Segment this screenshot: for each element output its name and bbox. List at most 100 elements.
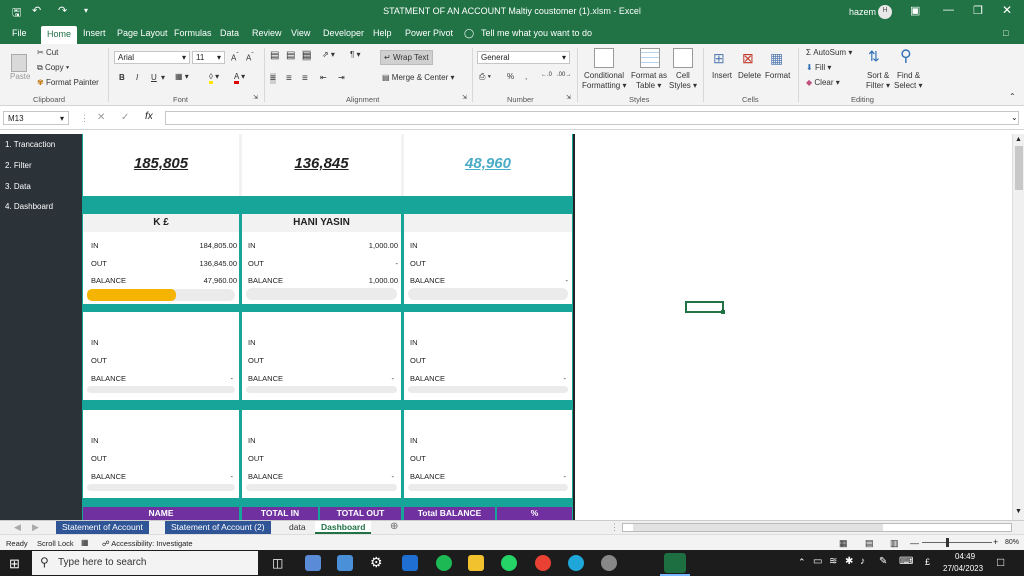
italic-button[interactable]: I: [136, 73, 138, 82]
volume-icon[interactable]: ♪: [860, 556, 865, 567]
worksheet[interactable]: 185,805 136,845 48,960 K £ IN 184,805.00…: [82, 134, 1012, 520]
nav-item-dashboard[interactable]: 4. Dashboard: [5, 202, 53, 211]
delete-button[interactable]: Delete: [738, 71, 761, 80]
clock-date[interactable]: 27/04/2023: [943, 564, 983, 573]
scroll-up-icon[interactable]: ▲: [1015, 136, 1022, 143]
next-sheet-icon[interactable]: ▶: [32, 522, 39, 533]
merge-center-button[interactable]: ▤ Merge & Center ▾: [382, 73, 455, 82]
zoom-out-icon[interactable]: —: [910, 538, 919, 548]
clipboard-icon[interactable]: [11, 54, 27, 72]
scroll-thumb[interactable]: [1015, 146, 1023, 190]
selected-cell[interactable]: [685, 301, 724, 313]
scroll-thumb[interactable]: [633, 524, 883, 531]
bluetooth-icon[interactable]: ✱: [845, 556, 853, 567]
sort-filter-button[interactable]: Sort &: [867, 71, 889, 80]
whatsapp-icon[interactable]: [501, 555, 517, 571]
taskbar-search[interactable]: ⚲ Type here to search: [32, 551, 258, 575]
keyboard-icon[interactable]: ⌨: [899, 556, 913, 567]
font-launcher-icon[interactable]: ⇲: [253, 94, 258, 101]
expand-formula-icon[interactable]: ⌄: [1011, 113, 1018, 122]
zoom-slider[interactable]: [922, 542, 992, 543]
format-button[interactable]: Format: [765, 71, 790, 80]
format-cells-icon[interactable]: ▦: [770, 50, 783, 67]
insert-cells-icon[interactable]: ⊞: [713, 50, 725, 67]
decrease-font-icon[interactable]: Aˇ: [246, 52, 254, 63]
find-icon[interactable]: ⚲: [900, 46, 912, 66]
wifi-icon[interactable]: ≋: [829, 556, 837, 567]
increase-font-icon[interactable]: Aˆ: [231, 52, 239, 63]
font-color-icon[interactable]: A ▾: [234, 72, 245, 84]
spotify-icon[interactable]: [436, 555, 452, 571]
sheet-tab-data[interactable]: data: [283, 521, 312, 534]
rtl-icon[interactable]: ¶ ▾: [350, 50, 361, 59]
borders-icon[interactable]: ▦ ▾: [175, 72, 189, 81]
insert-button[interactable]: Insert: [712, 71, 732, 80]
paste-button[interactable]: Paste: [10, 72, 30, 81]
find-select-button[interactable]: Find &: [897, 71, 920, 80]
accessibility-status[interactable]: ☍ Accessibility: Investigate: [102, 539, 193, 548]
zoom-level[interactable]: 80%: [1005, 539, 1019, 546]
tell-me-search[interactable]: Tell me what you want to do: [481, 28, 592, 38]
name-box[interactable]: M13 ▾: [3, 111, 69, 125]
edge-icon[interactable]: [568, 555, 584, 571]
percent-icon[interactable]: %: [507, 72, 514, 81]
prev-sheet-icon[interactable]: ◀: [14, 522, 21, 533]
fill-color-icon[interactable]: ◊ ▾: [209, 72, 219, 84]
cancel-icon[interactable]: ✕: [97, 112, 105, 123]
horizontal-scrollbar[interactable]: [622, 523, 1012, 532]
align-bottom-icon[interactable]: ▤: [302, 50, 312, 61]
windows-start-icon[interactable]: ⊞: [9, 556, 20, 572]
underline-button[interactable]: U: [151, 73, 157, 82]
format-as-table-icon[interactable]: [640, 48, 660, 68]
bold-button[interactable]: B: [119, 73, 125, 82]
file-explorer-icon[interactable]: [468, 555, 484, 571]
tab-file[interactable]: File: [12, 28, 27, 38]
normal-view-icon[interactable]: ▦: [839, 538, 848, 549]
nav-item-data[interactable]: 3. Data: [5, 182, 31, 191]
increase-decimal-icon[interactable]: ←.0: [541, 72, 552, 78]
conditional-formatting-button[interactable]: Conditional: [584, 71, 624, 80]
maximize-icon[interactable]: ❐: [973, 4, 983, 17]
macro-icon[interactable]: ▦: [81, 538, 89, 547]
format-as-table-button[interactable]: Format as: [631, 71, 667, 80]
zoom-in-icon[interactable]: +: [993, 537, 998, 547]
excel-taskbar-icon[interactable]: [664, 553, 686, 573]
decrease-decimal-icon[interactable]: .00→: [557, 72, 571, 78]
pen-icon[interactable]: ✎: [879, 556, 887, 567]
cell-styles-button[interactable]: Cell: [676, 71, 690, 80]
format-painter-button[interactable]: ✾ Format Painter: [37, 78, 99, 87]
sheet-tab-dashboard[interactable]: Dashboard: [315, 521, 372, 534]
settings-icon[interactable]: ⚙: [370, 554, 383, 571]
tab-review[interactable]: Review: [252, 28, 282, 38]
vertical-scrollbar[interactable]: ▲ ▼: [1012, 134, 1024, 520]
decrease-indent-icon[interactable]: ⇤: [320, 73, 327, 82]
sheet-tab-statement-2[interactable]: Statement of Account (2): [165, 521, 271, 534]
tab-formulas[interactable]: Formulas: [174, 28, 212, 38]
ribbon-display-icon[interactable]: ▣: [910, 4, 920, 17]
sort-filter-icon[interactable]: ⇅: [868, 48, 880, 65]
tab-page-layout[interactable]: Page Layout: [117, 28, 168, 38]
zoom-thumb[interactable]: [946, 538, 949, 547]
chrome-icon[interactable]: [535, 555, 551, 571]
fill-button[interactable]: ⬇ Fill ▾: [806, 63, 831, 72]
task-view-icon[interactable]: ◫: [272, 556, 283, 570]
formula-input[interactable]: [165, 111, 1019, 125]
insert-function-icon[interactable]: fx: [145, 111, 153, 122]
underline-dropdown-icon[interactable]: ▾: [161, 73, 165, 82]
number-format-select[interactable]: General ▾: [477, 51, 570, 64]
avatar[interactable]: H: [878, 5, 892, 19]
font-name-select[interactable]: Arial ▾: [114, 51, 190, 64]
page-layout-icon[interactable]: ▤: [865, 538, 874, 549]
calculator-icon[interactable]: [305, 555, 321, 571]
autosum-button[interactable]: Σ AutoSum ▾: [806, 48, 852, 57]
clear-button[interactable]: ◆ Clear ▾: [806, 78, 840, 87]
align-middle-icon[interactable]: ▤: [286, 50, 295, 61]
enter-icon[interactable]: ✓: [121, 112, 129, 123]
align-right-icon[interactable]: ≡: [302, 73, 308, 84]
cut-button[interactable]: ✂ Cut: [37, 48, 58, 57]
tab-data[interactable]: Data: [220, 28, 239, 38]
clock-time[interactable]: 04:49: [955, 552, 975, 561]
comma-icon[interactable]: ,: [525, 72, 527, 81]
tray-chevron-icon[interactable]: ⌃: [798, 557, 806, 568]
wrap-text-button[interactable]: ↵ Wrap Text: [380, 50, 433, 65]
